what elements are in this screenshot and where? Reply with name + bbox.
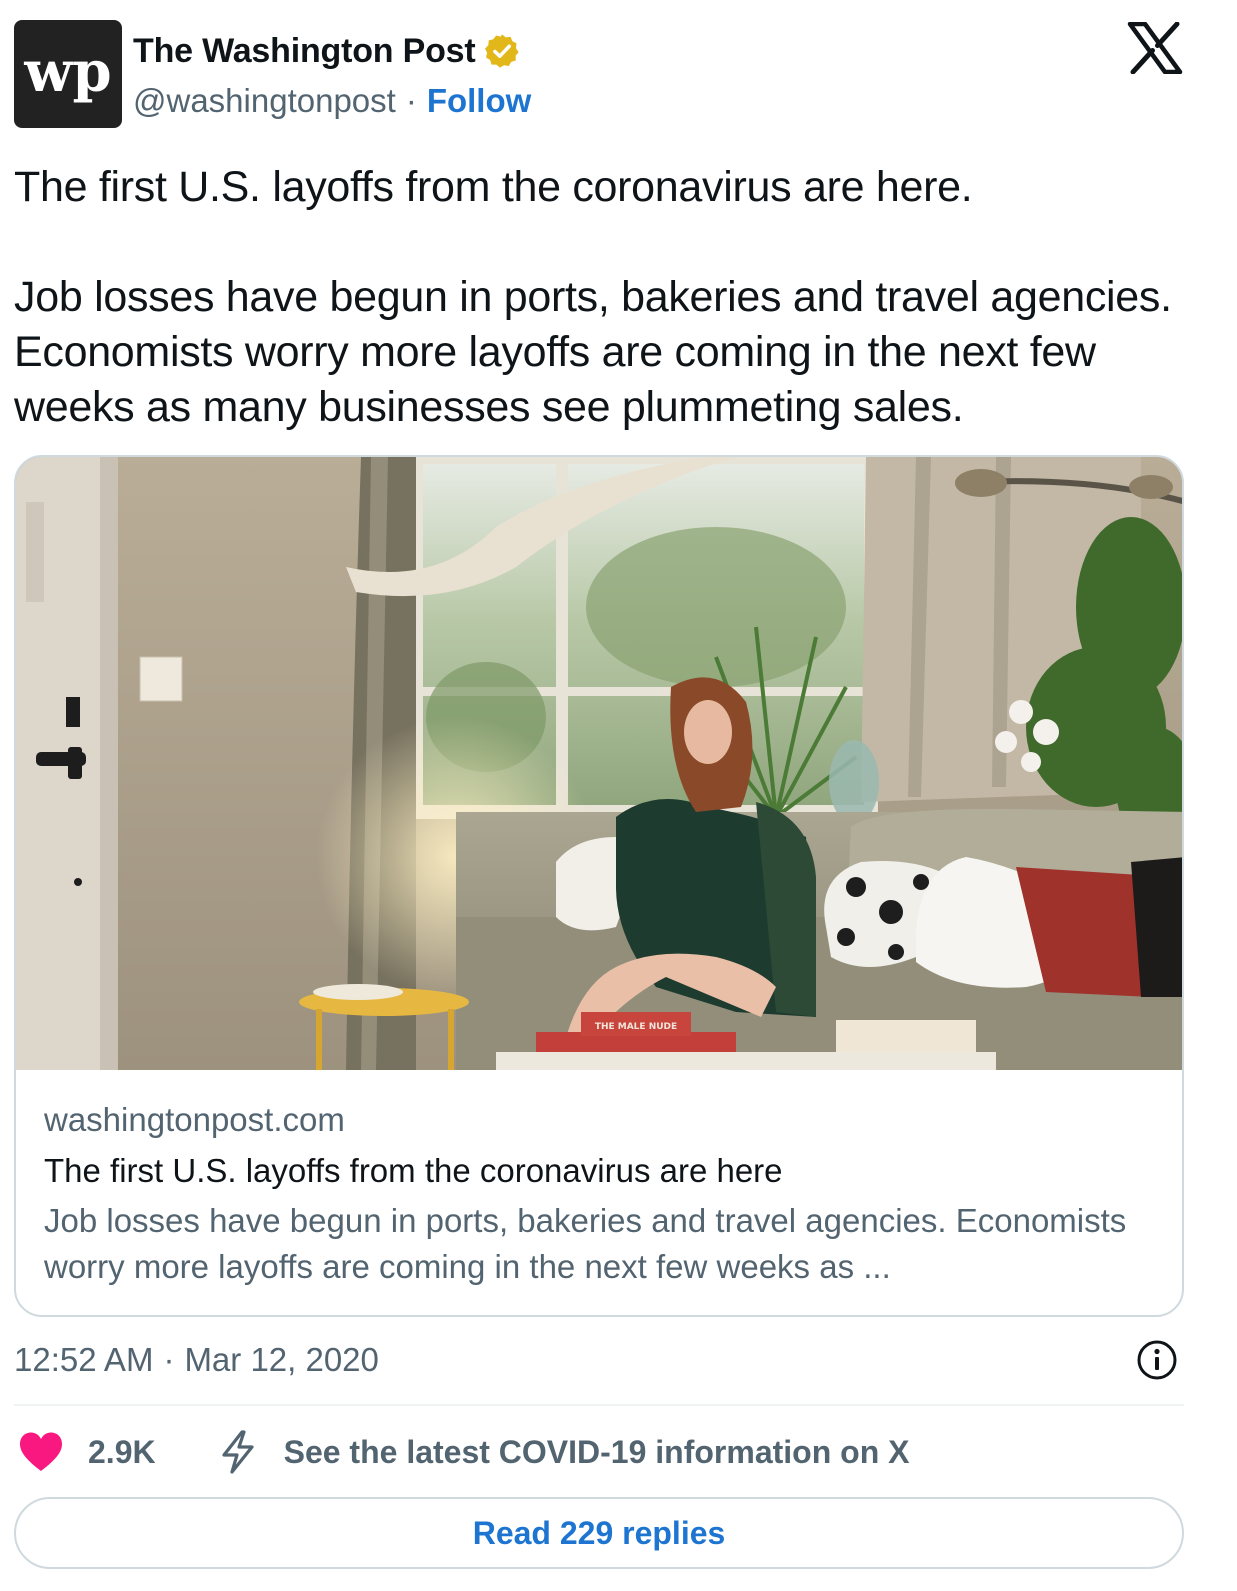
covid-info-link[interactable]: See the latest COVID-19 information on X: [284, 1434, 910, 1471]
x-logo-icon[interactable]: [1127, 22, 1183, 74]
card-description: Job losses have begun in ports, bakeries…: [44, 1202, 1127, 1285]
tweet-time: 12:52 AM: [14, 1341, 154, 1378]
read-replies-button[interactable]: Read 229 replies: [14, 1497, 1184, 1569]
article-photo[interactable]: THE MALE NUDE: [16, 457, 1182, 1070]
separator-dot: ·: [405, 82, 417, 119]
author-handle[interactable]: @washingtonpost: [133, 82, 396, 120]
link-preview-card[interactable]: THE MALE NUDE washingtonpost.com The fir…: [14, 455, 1184, 1317]
author-display-name[interactable]: The Washington Post: [133, 32, 476, 71]
author-handle-row: @washingtonpost · Follow: [133, 80, 531, 122]
tweet-text: The first U.S. layoffs from the coronavi…: [14, 160, 1214, 435]
living-room-photo: THE MALE NUDE: [16, 457, 1182, 1070]
washington-post-logo: wp: [23, 39, 111, 105]
tweet-embed: wp The Washington Post @washingtonpost ·…: [0, 0, 1237, 1591]
separator-dot: ·: [163, 1341, 175, 1378]
verified-badge-icon: [485, 34, 520, 68]
bolt-icon: [221, 1430, 254, 1474]
tweet-date: Mar 12, 2020: [184, 1341, 379, 1378]
book-title-text: THE MALE NUDE: [595, 1022, 677, 1032]
card-meta: washingtonpost.com The first U.S. layoff…: [44, 1097, 1154, 1290]
card-domain: washingtonpost.com: [44, 1101, 345, 1138]
like-count[interactable]: 2.9K: [88, 1434, 156, 1471]
avatar[interactable]: wp: [14, 20, 122, 128]
svg-text:wp: wp: [23, 39, 111, 105]
timestamp[interactable]: 12:52 AM · Mar 12, 2020: [14, 1338, 379, 1382]
author-name-row: The Washington Post: [133, 30, 521, 72]
info-icon[interactable]: [1136, 1339, 1178, 1381]
card-title[interactable]: The first U.S. layoffs from the coronavi…: [44, 1147, 1154, 1195]
tweet-paragraph-1: The first U.S. layoffs from the coronavi…: [14, 163, 973, 211]
tweet-actions: 2.9K See the latest COVID-19 information…: [18, 1426, 909, 1478]
follow-button[interactable]: Follow: [427, 82, 531, 120]
divider: [14, 1404, 1184, 1406]
heart-icon[interactable]: [18, 1431, 64, 1473]
tweet-paragraph-2: Job losses have begun in ports, bakeries…: [14, 273, 1172, 431]
